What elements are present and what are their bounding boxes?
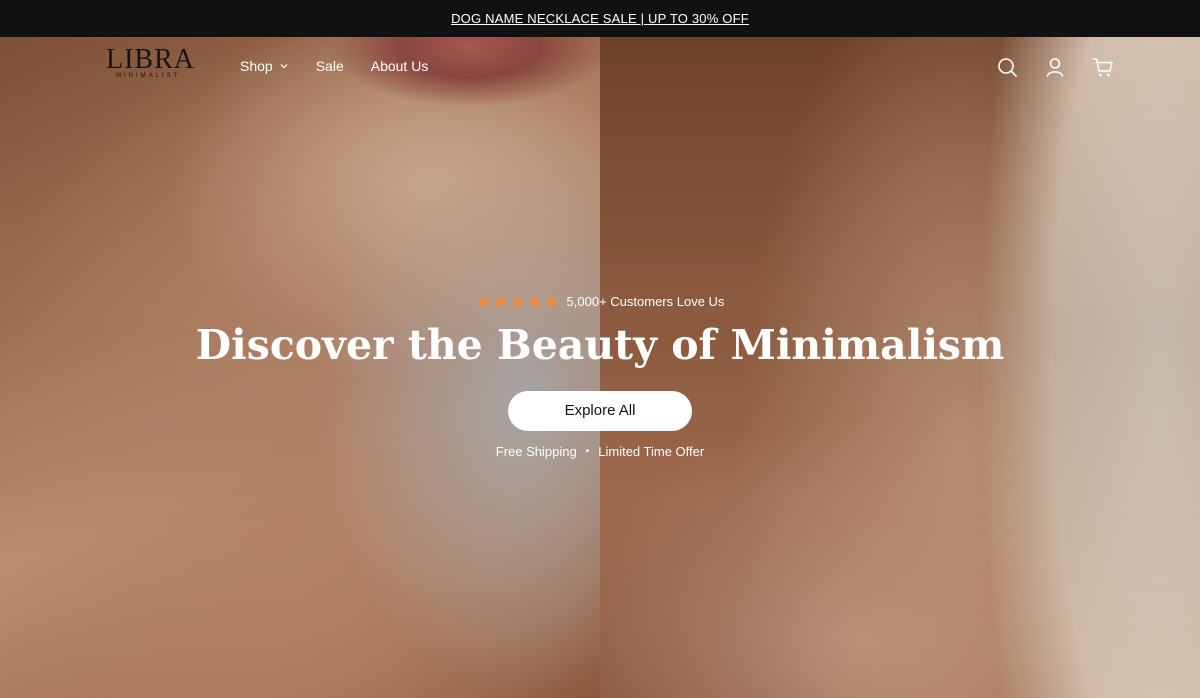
site-header: LIBRA MINIMALIST Shop Sale About Us [0,37,1200,97]
logo-wordmark: LIBRA [106,44,195,75]
nav-item-label: About Us [370,58,429,74]
star-icon [510,294,524,308]
hero-headline: Discover the Beauty of Minimalism [195,321,1005,369]
hero-perks: Free Shipping • Limited Time Offer [0,444,1200,459]
nav-item-about-us[interactable]: About Us [371,57,429,75]
main-nav: Shop Sale About Us [240,57,455,75]
logo[interactable]: LIBRA MINIMALIST [106,45,202,85]
perk-free-shipping: Free Shipping [495,444,577,459]
rating-text: 5,000+ Customers Love Us [566,293,725,309]
account-icon[interactable] [1044,56,1066,78]
nav-item-shop[interactable]: Shop [240,57,289,75]
chevron-down-icon [280,64,288,69]
search-icon[interactable] [996,56,1018,78]
star-rating [476,294,559,309]
hero-content: 5,000+ Customers Love Us Discover the Be… [0,291,1200,460]
hero-section: LIBRA MINIMALIST Shop Sale About Us 5,00… [0,37,1200,698]
star-icon [527,294,541,308]
announcement-bar: DOG NAME NECKLACE SALE | UP TO 30% OFF [0,0,1200,37]
perk-separator: • [585,446,590,457]
logo-tagline: MINIMALIST [116,73,181,79]
nav-item-sale[interactable]: Sale [316,57,344,75]
nav-item-label: Shop [240,58,273,74]
explore-all-button[interactable]: Explore All [508,391,692,431]
star-icon [476,294,490,308]
rating-row: 5,000+ Customers Love Us [0,291,1200,311]
cart-icon[interactable] [1092,56,1114,78]
header-icons [996,56,1114,78]
perk-limited-offer: Limited Time Offer [598,444,705,459]
announcement-link[interactable]: DOG NAME NECKLACE SALE | UP TO 30% OFF [451,11,749,26]
star-icon [544,294,558,308]
star-icon [493,294,507,308]
nav-item-label: Sale [315,58,344,74]
